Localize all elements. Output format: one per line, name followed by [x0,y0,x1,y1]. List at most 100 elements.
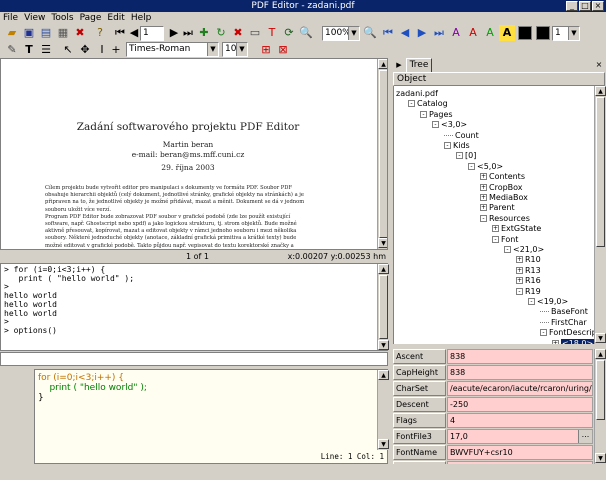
add-text-icon[interactable]: T [264,25,280,41]
last-icon[interactable]: ⏭ [431,25,447,41]
first-icon[interactable]: ⏮ [380,25,396,41]
scroll-down-icon[interactable]: ▼ [378,340,389,350]
tree-node[interactable]: + Parent [480,203,515,213]
zoom-select[interactable]: 100% ▼ [322,26,360,41]
collapse-icon[interactable]: - [444,142,451,149]
page-number-input[interactable]: 1 [140,26,164,41]
highlight-icon[interactable]: A [499,25,515,41]
save-icon[interactable]: ▣ [21,25,37,41]
collapse-icon[interactable]: - [456,152,463,160]
tree-node[interactable]: FirstChar [540,318,587,328]
zoom-in-icon[interactable]: 🔍 [362,25,378,41]
property-value[interactable]: /eacute/ecaron/iacute/rcaron/uring/yacut… [447,381,593,396]
tree-node[interactable]: - Pages [420,110,453,120]
tree-node[interactable]: -FontDescriptor [540,328,594,338]
text-color-icon[interactable]: A [465,25,481,41]
tree-node[interactable]: - [0] [456,151,476,161]
exit-icon[interactable]: ✖ [72,25,88,41]
close-button[interactable]: × [592,1,604,11]
minimize-button[interactable]: _ [566,1,578,11]
menu-view[interactable]: View [21,12,48,25]
tab-scroll-right-icon[interactable]: ▶ [394,60,404,70]
close-tab-icon[interactable]: × [594,60,604,70]
delete-page-icon[interactable]: ✖ [230,25,246,41]
property-value[interactable]: -250 [447,397,593,412]
scroll-up-icon[interactable]: ▲ [378,370,389,380]
italic-icon[interactable]: A [448,25,464,41]
collapse-icon[interactable]: - [540,329,547,337]
next-icon[interactable]: ▶ [414,25,430,41]
scroll-up-icon[interactable]: ▲ [378,59,387,69]
list-icon[interactable]: ☰ [38,42,54,58]
expand-icon[interactable]: + [480,204,487,212]
command-input[interactable] [0,352,388,366]
collapse-icon[interactable]: - [408,100,415,108]
property-value[interactable]: 4 [447,413,593,428]
collapse-icon[interactable]: - [504,246,511,253]
tree-node[interactable]: + MediaBox [480,193,528,203]
font-size-select[interactable]: 10 ▼ [222,42,248,57]
maximize-button[interactable]: □ [579,1,591,11]
property-value[interactable]: BWVFUY+csr10 [447,445,593,460]
tree-node[interactable]: Count [444,131,479,141]
tree-node[interactable]: - Catalog [408,99,448,109]
console-output[interactable]: > for (i=0;i<3;i++) { print ( "hello wor… [0,263,388,351]
prev-icon[interactable]: ◀ [397,25,413,41]
script-editor[interactable]: for (i=0;i<3;i++) { print ( "hello world… [34,369,388,464]
expand-icon[interactable]: + [480,183,487,191]
document-view[interactable]: Zadání softwarového projektu PDF Editor … [0,58,388,250]
tab-tree[interactable]: Tree [406,58,432,72]
tree-node[interactable]: - Font [492,235,518,245]
scroll-down-icon[interactable]: ▼ [378,238,387,248]
new-page-icon[interactable]: ✚ [196,25,212,41]
expand-icon[interactable]: + [480,194,487,201]
scroll-thumb[interactable] [596,360,605,420]
stroke-color-swatch[interactable] [518,26,532,40]
tree-node[interactable]: - <21,0> [504,245,544,255]
tree-node[interactable]: zadani.pdf [396,89,438,99]
expand-icon[interactable]: + [516,266,523,274]
remove-icon[interactable]: ⊠ [275,42,291,58]
property-browse-button[interactable]: ... [578,430,592,443]
tree-scrollbar[interactable]: ▲ ▼ [594,86,606,344]
scroll-thumb[interactable] [379,70,387,238]
menu-page[interactable]: Page [77,12,105,25]
tree-node[interactable]: - Resources [480,214,530,224]
page-icon[interactable]: ▭ [247,25,263,41]
expand-icon[interactable]: + [480,173,487,181]
menu-help[interactable]: Help [128,12,155,25]
scroll-up-icon[interactable]: ▲ [595,349,606,359]
edit-text-icon[interactable]: ✎ [4,42,20,58]
last-page-icon[interactable]: ⏭ [180,25,196,41]
font-select[interactable]: Times-Roman ▼ [126,42,219,57]
tree-node[interactable]: - R19 [516,287,541,297]
tree-node[interactable]: + <18,0> [552,338,594,344]
open-icon[interactable]: ▰ [4,25,20,41]
tree-node[interactable]: - Kids [444,141,470,151]
print-icon[interactable]: ▦ [55,25,71,41]
tree-node[interactable]: + R16 [516,276,541,286]
collapse-icon[interactable]: - [420,110,427,118]
tree-node[interactable]: + ExtGState [492,224,541,234]
fill-color-icon[interactable]: A [482,25,498,41]
menu-file[interactable]: File [0,12,21,25]
collapse-icon[interactable]: - [432,121,439,129]
collapse-icon[interactable]: - [528,298,535,305]
property-value[interactable]: 17,0... [447,429,593,444]
collapse-icon[interactable]: - [492,235,499,243]
flush-icon[interactable]: ⟳ [281,25,297,41]
scroll-thumb[interactable] [596,97,605,247]
object-tree[interactable]: zadani.pdf - Catalog - Pages - <3,0> Count - Kids… [393,86,594,344]
tree-node[interactable]: - <19,0> [528,297,568,307]
collapse-icon[interactable]: - [468,162,475,170]
expand-icon[interactable]: + [516,277,523,285]
add-icon[interactable]: + [108,42,124,58]
scroll-up-icon[interactable]: ▲ [595,86,606,96]
insert-icon[interactable]: ⊞ [258,42,274,58]
menu-tools[interactable]: Tools [48,12,76,25]
expand-icon[interactable]: + [552,339,559,344]
collapse-icon[interactable]: - [480,214,487,222]
property-value[interactable]: 0 [447,461,593,464]
select-arrow-icon[interactable]: ↖ [60,42,76,58]
tree-node[interactable]: + Contents [480,172,525,182]
